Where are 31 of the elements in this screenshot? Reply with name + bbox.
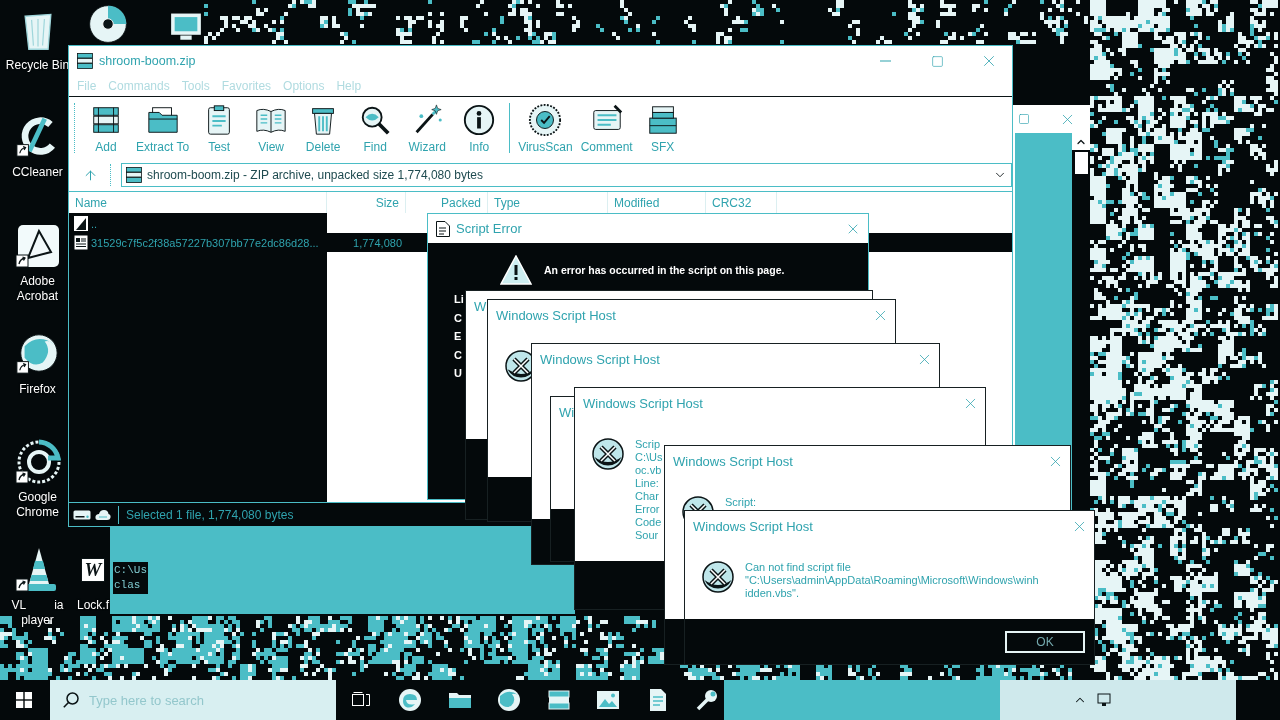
dialog-title: W xyxy=(474,298,487,314)
icon-label: VL ia player xyxy=(11,598,64,628)
error-message: Script: xyxy=(725,496,757,509)
dialog-title: Windows Script Host xyxy=(496,307,616,323)
icon-label: CCleaner xyxy=(12,165,63,180)
dialog-title: Windows Script Host xyxy=(673,453,793,469)
file-size: 1,774,080 xyxy=(353,236,402,249)
icon-label: Recycle Bin xyxy=(5,58,70,73)
file-name: .. xyxy=(91,217,98,230)
dialog-title: Wi xyxy=(559,404,575,420)
field-label: U xyxy=(454,367,462,380)
field-label: C xyxy=(454,311,462,324)
icon-label: Google Chrome xyxy=(16,490,59,520)
icon-label: Lock.f xyxy=(77,598,109,613)
dialog-title: Script Error xyxy=(456,221,522,236)
file-name: 31529c7f5c2f38a57227b307bb77e2dc86d28... xyxy=(91,236,319,249)
dialog-title: Windows Script Host xyxy=(540,351,660,367)
console-text: C:\Us clas xyxy=(113,562,148,594)
address-text: shroom-boom.zip - ZIP archive, unpacked size 1,774,080 bytes xyxy=(147,168,483,182)
error-message: Can not find script file "C:\Users\admin\AppData\Roaming\Microsoft\Windows\winh idden.vbs". xyxy=(745,561,1039,600)
dialog-title: Windows Script Host xyxy=(693,518,813,534)
icon-label: Firefox xyxy=(19,382,56,397)
icon-label: Adobe Acrobat xyxy=(16,274,59,304)
field-label: C xyxy=(454,348,462,361)
error-message: Scrip C:\Us oc.vb Line: Char Error Code Sour xyxy=(635,438,663,542)
status-text: Selected 1 file, 1,774,080 bytes xyxy=(126,507,294,522)
field-label: Li xyxy=(454,293,464,306)
dialog-title: Windows Script Host xyxy=(583,395,703,411)
window-title: shroom-boom.zip xyxy=(99,54,196,68)
error-message: An error has occurred in the script on this page. xyxy=(544,264,785,276)
field-label: E xyxy=(454,330,462,343)
